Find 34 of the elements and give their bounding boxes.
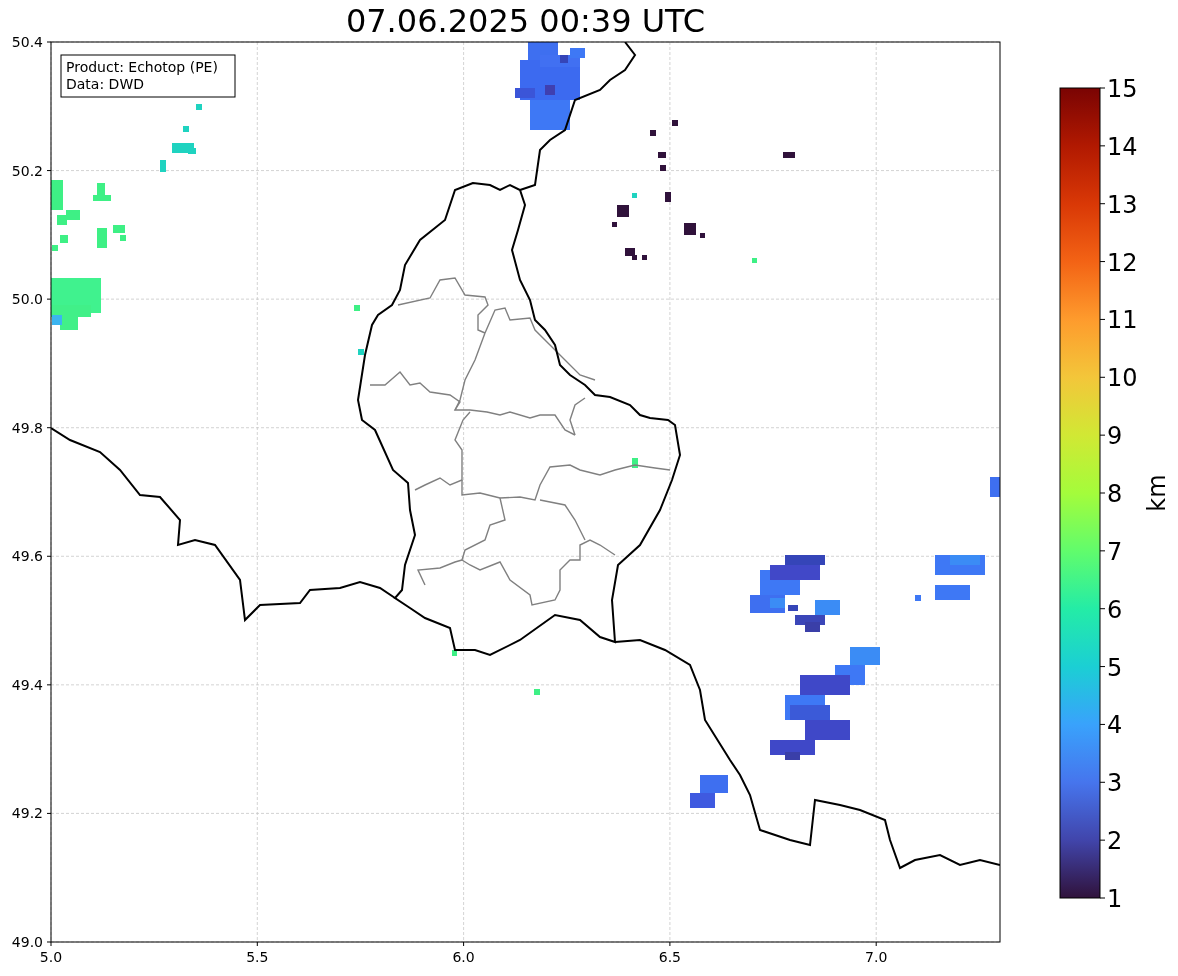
colorbar-tick-label: 9 xyxy=(1107,422,1123,451)
colorbar-tick-label: 11 xyxy=(1107,306,1138,335)
colorbar-tick-label: 13 xyxy=(1107,190,1138,219)
colorbar-tick-label: 15 xyxy=(1107,75,1138,103)
y-tick-label: 50.4 xyxy=(11,34,43,50)
y-tick-label: 49.6 xyxy=(11,548,43,565)
legend-text: Data: DWD xyxy=(66,76,144,92)
y-tick-label: 49.2 xyxy=(11,805,43,822)
y-tick-label: 50.2 xyxy=(11,162,43,179)
x-tick-label: 5.5 xyxy=(246,949,269,965)
chart-title: 07.06.2025 00:39 UTC xyxy=(344,1,707,30)
colorbar-tick-label: 8 xyxy=(1107,480,1123,508)
colorbar-tick-label: 14 xyxy=(1107,132,1138,161)
colorbar-tick-label: 10 xyxy=(1107,364,1138,393)
legend-text: Product: Echotop (PE) xyxy=(66,59,218,75)
radar-echo-drawing xyxy=(690,775,728,808)
x-tick-label: 5.0 xyxy=(39,949,63,965)
colorbar-tick-label: 5 xyxy=(1107,653,1123,682)
x-tick-label: 6.0 xyxy=(452,949,475,965)
y-tick-label: 50.0 xyxy=(11,291,43,308)
y-tick-label: 49.8 xyxy=(11,419,43,436)
x-tick-label: 7.0 xyxy=(865,949,888,965)
y-tick-label: 49.0 xyxy=(11,934,43,950)
colorbar-tick-label: 2 xyxy=(1107,827,1123,856)
colorbar-tick-label: 7 xyxy=(1107,537,1123,566)
colorbar-tick-label: 1 xyxy=(1107,885,1123,913)
colorbar-tick-label: 3 xyxy=(1107,769,1123,798)
colorbar-label: km xyxy=(1143,474,1171,512)
y-tick-label: 49.4 xyxy=(11,676,43,693)
colorbar-tick-label: 12 xyxy=(1107,248,1138,277)
colorbar-tick-label: 6 xyxy=(1107,595,1123,624)
radar-echo-drawing xyxy=(160,104,202,172)
x-tick-label: 6.5 xyxy=(658,949,682,965)
colorbar-tick-label: 4 xyxy=(1107,711,1123,740)
